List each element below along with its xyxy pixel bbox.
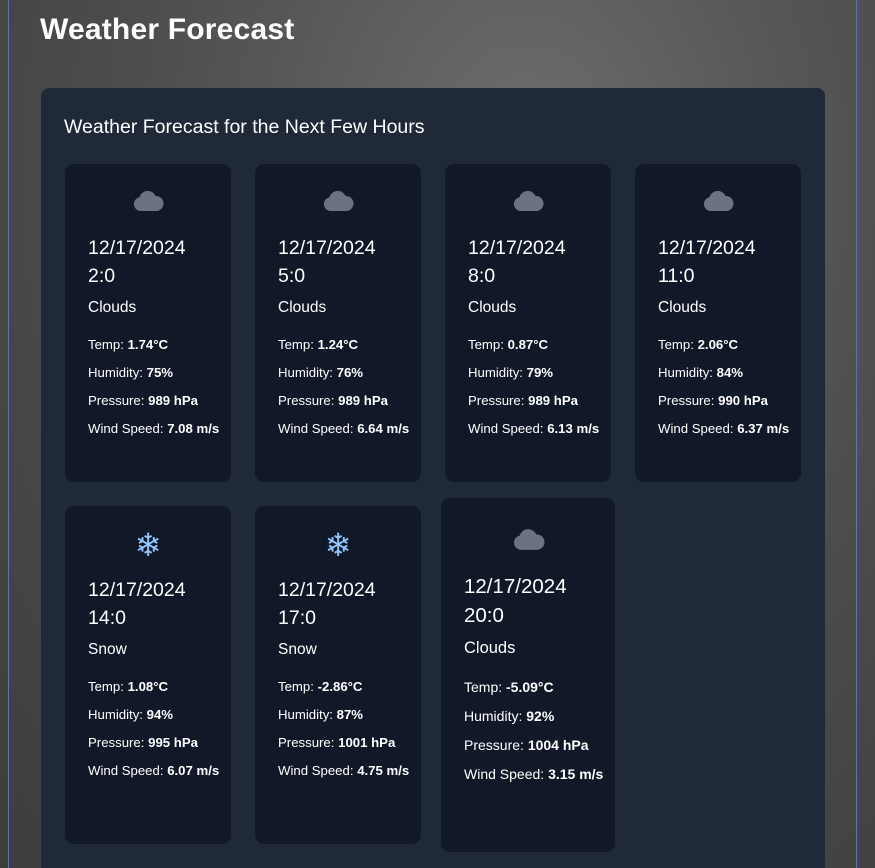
forecast-date: 12/17/2024 bbox=[658, 237, 756, 259]
forecast-panel: Weather Forecast for the Next Few Hours … bbox=[41, 88, 825, 868]
forecast-datetime: 12/17/2024 11:0 bbox=[658, 234, 791, 290]
snowflake-icon: ❄ bbox=[134, 526, 162, 564]
forecast-time: 5:0 bbox=[278, 265, 306, 287]
forecast-datetime: 12/17/2024 17:0 bbox=[278, 576, 411, 632]
cloud-icon bbox=[445, 190, 611, 212]
forecast-time: 11:0 bbox=[658, 265, 695, 287]
forecast-humidity: Humidity: 84% bbox=[658, 365, 744, 380]
forecast-card: 12/17/2024 11:0 Clouds Temp: 2.06°C Humi… bbox=[635, 164, 801, 482]
forecast-card: 12/17/2024 20:0 Clouds Temp: -5.09°C Hum… bbox=[441, 498, 615, 852]
cloud-icon bbox=[441, 528, 615, 551]
forecast-condition: Snow bbox=[88, 641, 127, 658]
forecast-wind: Wind Speed: 3.15 m/s bbox=[464, 766, 604, 782]
forecast-pressure: Pressure: 1001 hPa bbox=[278, 735, 396, 750]
forecast-date: 12/17/2024 bbox=[464, 575, 567, 598]
forecast-card: ❄ 12/17/2024 17:0 Snow Temp: -2.86°C Hum… bbox=[255, 506, 421, 844]
forecast-temp: Temp: 1.74°C bbox=[88, 337, 169, 352]
forecast-temp: Temp: 1.24°C bbox=[278, 337, 359, 352]
forecast-condition: Snow bbox=[278, 641, 317, 658]
forecast-date: 12/17/2024 bbox=[88, 579, 186, 601]
forecast-wind: Wind Speed: 6.07 m/s bbox=[88, 763, 220, 778]
forecast-date: 12/17/2024 bbox=[278, 579, 376, 601]
forecast-condition: Clouds bbox=[658, 299, 707, 316]
forecast-wind: Wind Speed: 4.75 m/s bbox=[278, 763, 410, 778]
forecast-card: 12/17/2024 5:0 Clouds Temp: 1.24°C Humid… bbox=[255, 164, 421, 482]
forecast-temp: Temp: 0.87°C bbox=[468, 337, 549, 352]
forecast-wind: Wind Speed: 6.64 m/s bbox=[278, 421, 410, 436]
forecast-humidity: Humidity: 75% bbox=[88, 365, 174, 380]
forecast-temp: Temp: -5.09°C bbox=[464, 679, 554, 695]
forecast-pressure: Pressure: 995 hPa bbox=[88, 735, 198, 750]
forecast-pressure: Pressure: 989 hPa bbox=[278, 393, 388, 408]
cloud-icon bbox=[255, 190, 421, 212]
forecast-date: 12/17/2024 bbox=[88, 237, 186, 259]
forecast-time: 8:0 bbox=[468, 265, 496, 287]
forecast-pressure: Pressure: 989 hPa bbox=[468, 393, 578, 408]
forecast-card: 12/17/2024 2:0 Clouds Temp: 1.74°C Humid… bbox=[65, 164, 231, 482]
forecast-datetime: 12/17/2024 5:0 bbox=[278, 234, 411, 290]
forecast-card: 12/17/2024 8:0 Clouds Temp: 0.87°C Humid… bbox=[445, 164, 611, 482]
forecast-condition: Clouds bbox=[278, 299, 327, 316]
forecast-wind: Wind Speed: 6.13 m/s bbox=[468, 421, 600, 436]
forecast-datetime: 12/17/2024 14:0 bbox=[88, 576, 221, 632]
forecast-temp: Temp: 1.08°C bbox=[88, 679, 169, 694]
forecast-humidity: Humidity: 87% bbox=[278, 707, 364, 722]
forecast-humidity: Humidity: 92% bbox=[464, 708, 555, 724]
forecast-humidity: Humidity: 79% bbox=[468, 365, 554, 380]
cloud-icon bbox=[635, 190, 801, 212]
forecast-condition: Clouds bbox=[464, 639, 516, 657]
forecast-datetime: 12/17/2024 20:0 bbox=[464, 572, 605, 630]
forecast-condition: Clouds bbox=[88, 299, 137, 316]
forecast-humidity: Humidity: 94% bbox=[88, 707, 174, 722]
forecast-time: 14:0 bbox=[88, 607, 126, 629]
forecast-card: ❄ 12/17/2024 14:0 Snow Temp: 1.08°C Humi… bbox=[65, 506, 231, 844]
forecast-date: 12/17/2024 bbox=[468, 237, 566, 259]
snowflake-icon: ❄ bbox=[324, 526, 352, 564]
forecast-date: 12/17/2024 bbox=[278, 237, 376, 259]
panel-title: Weather Forecast for the Next Few Hours bbox=[64, 116, 425, 138]
cloud-icon bbox=[65, 190, 231, 212]
forecast-pressure: Pressure: 989 hPa bbox=[88, 393, 198, 408]
forecast-humidity: Humidity: 76% bbox=[278, 365, 364, 380]
forecast-wind: Wind Speed: 6.37 m/s bbox=[658, 421, 790, 436]
page-title: Weather Forecast bbox=[40, 13, 295, 46]
forecast-temp: Temp: 2.06°C bbox=[658, 337, 739, 352]
forecast-time: 20:0 bbox=[464, 604, 504, 627]
forecast-time: 17:0 bbox=[278, 607, 316, 629]
forecast-datetime: 12/17/2024 8:0 bbox=[468, 234, 601, 290]
forecast-pressure: Pressure: 1004 hPa bbox=[464, 737, 589, 753]
forecast-pressure: Pressure: 990 hPa bbox=[658, 393, 768, 408]
forecast-condition: Clouds bbox=[468, 299, 517, 316]
forecast-datetime: 12/17/2024 2:0 bbox=[88, 234, 221, 290]
forecast-temp: Temp: -2.86°C bbox=[278, 679, 363, 694]
forecast-wind: Wind Speed: 7.08 m/s bbox=[88, 421, 220, 436]
forecast-time: 2:0 bbox=[88, 265, 116, 287]
